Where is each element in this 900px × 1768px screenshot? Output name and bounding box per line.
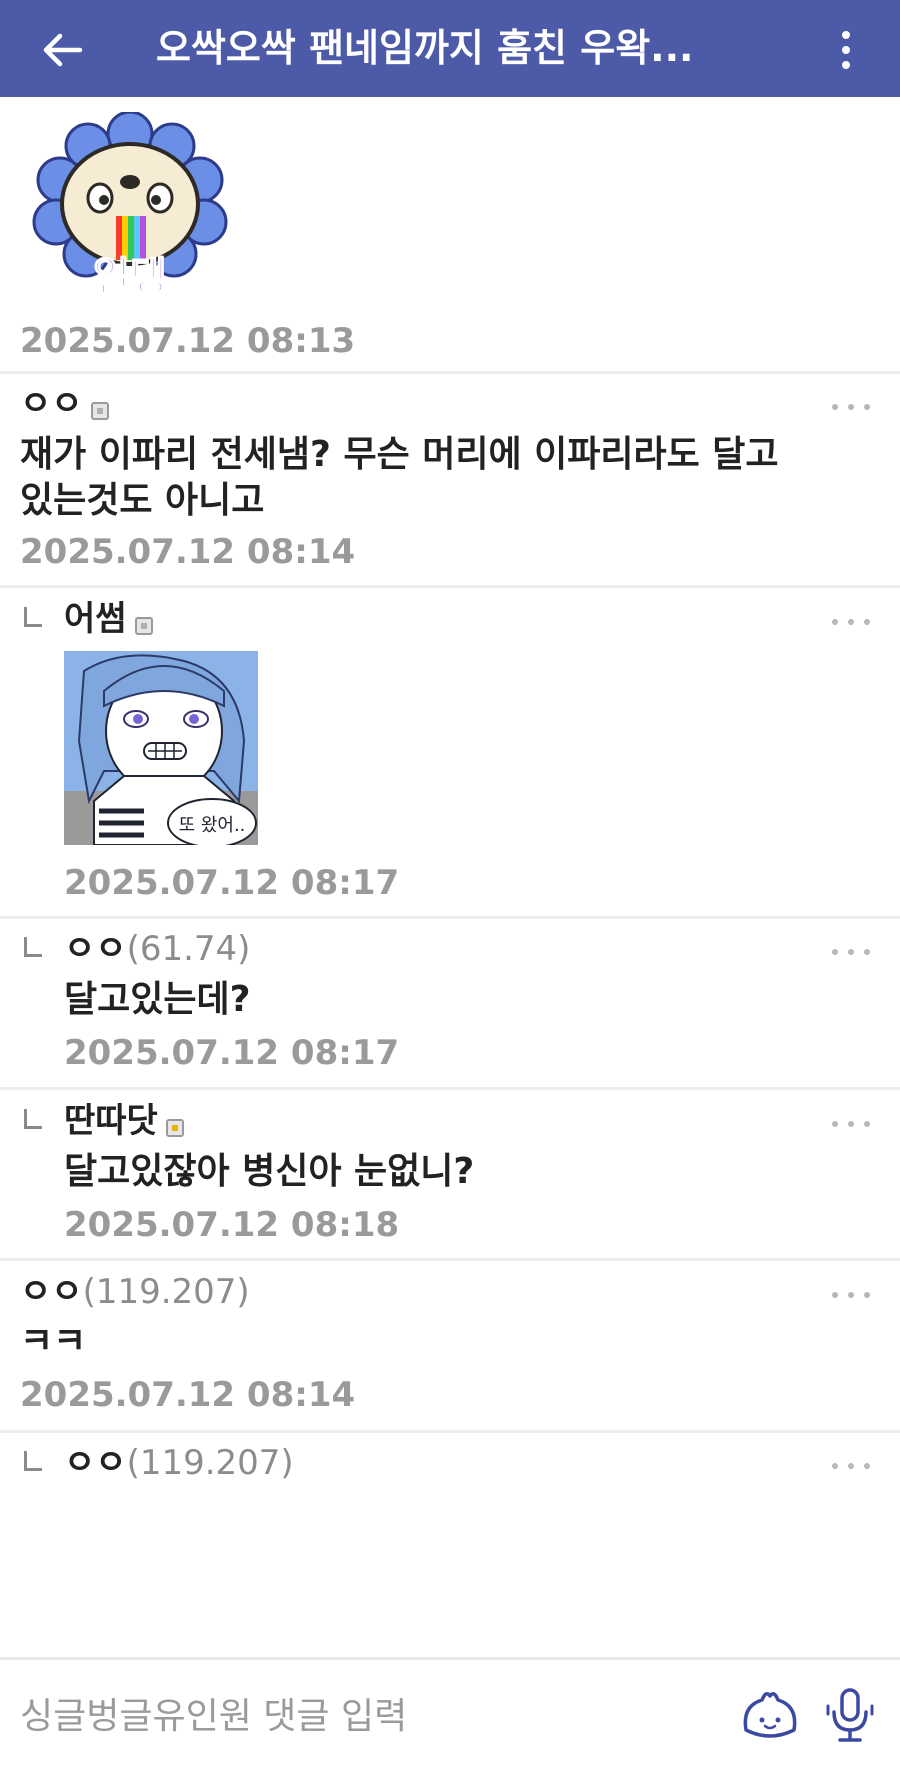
more-options-icon[interactable]	[832, 1121, 872, 1133]
sticker-caption: 얼탱	[93, 254, 167, 300]
more-options-icon[interactable]	[832, 1292, 872, 1304]
comment-nickname[interactable]: 딴따닷	[64, 1099, 158, 1143]
kebab-menu-icon[interactable]	[828, 28, 864, 72]
image-speech-text: 또 왔어..	[179, 815, 246, 836]
divider	[0, 1087, 900, 1090]
back-arrow-icon[interactable]	[40, 28, 84, 72]
more-options-icon[interactable]	[832, 1463, 872, 1475]
comment-ip: (119.207)	[82, 1272, 250, 1312]
comment-timestamp: 2025.07.12 08:17	[64, 863, 400, 903]
comment-nickname[interactable]: ㅇㅇ	[64, 1441, 127, 1485]
comment-nickname[interactable]: ㅇㅇ	[64, 927, 127, 971]
comment-timestamp: 2025.07.12 08:13	[20, 321, 356, 361]
page-title: 오싹오싹 팬네임까지 훔친 우왁...	[156, 26, 694, 70]
divider	[0, 916, 900, 919]
sticker-image: 얼탱	[32, 112, 228, 301]
comment-timestamp: 2025.07.12 08:17	[64, 1033, 400, 1073]
microphone-icon[interactable]	[826, 1686, 874, 1744]
comment-image[interactable]: 또 왔어..	[64, 651, 258, 845]
user-badge-icon	[165, 1118, 184, 1137]
comment-body: 있는것도 아니고	[20, 480, 265, 521]
more-options-icon[interactable]	[832, 619, 872, 631]
comment-ip: (119.207)	[126, 1443, 294, 1483]
comment-list: 얼탱 2025.07.12 08:13 ㅇㅇ 재가 이파리 전세냄? 무슨 머리…	[0, 97, 900, 1657]
more-options-icon[interactable]	[832, 949, 872, 961]
comment-body: ㅋㅋ	[20, 1321, 87, 1362]
comment-body: 달고있잖아 병신아 눈없니?	[64, 1151, 475, 1192]
comment-nickname[interactable]: ㅇㅇ	[20, 1270, 83, 1314]
divider	[0, 1258, 900, 1261]
divider	[0, 1430, 900, 1433]
dumpling-emoji-icon[interactable]	[740, 1688, 800, 1742]
comment-timestamp: 2025.07.12 08:18	[64, 1205, 400, 1245]
comment-body: 재가 이파리 전세냄? 무슨 머리에 이파리라도 달고	[20, 434, 779, 475]
comment-ip: (61.74)	[126, 929, 251, 969]
comment-input[interactable]	[20, 1688, 700, 1744]
app-bar: 오싹오싹 팬네임까지 훔친 우왁...	[0, 0, 900, 97]
user-badge-icon	[134, 616, 153, 635]
divider	[0, 371, 900, 374]
comment-nickname[interactable]: 어썸	[64, 597, 127, 641]
reply-indicator-icon	[24, 607, 42, 627]
comment-body: 달고있는데?	[64, 979, 251, 1020]
reply-indicator-icon	[24, 1451, 42, 1471]
more-options-icon[interactable]	[832, 404, 872, 416]
user-badge-icon	[90, 401, 109, 420]
comment-timestamp: 2025.07.12 08:14	[20, 1375, 356, 1415]
comment-nickname[interactable]: ㅇㅇ	[20, 382, 83, 426]
comment-input-bar	[0, 1657, 900, 1768]
divider	[0, 585, 900, 588]
reply-indicator-icon	[24, 1109, 42, 1129]
comment-timestamp: 2025.07.12 08:14	[20, 532, 356, 572]
reply-indicator-icon	[24, 937, 42, 957]
